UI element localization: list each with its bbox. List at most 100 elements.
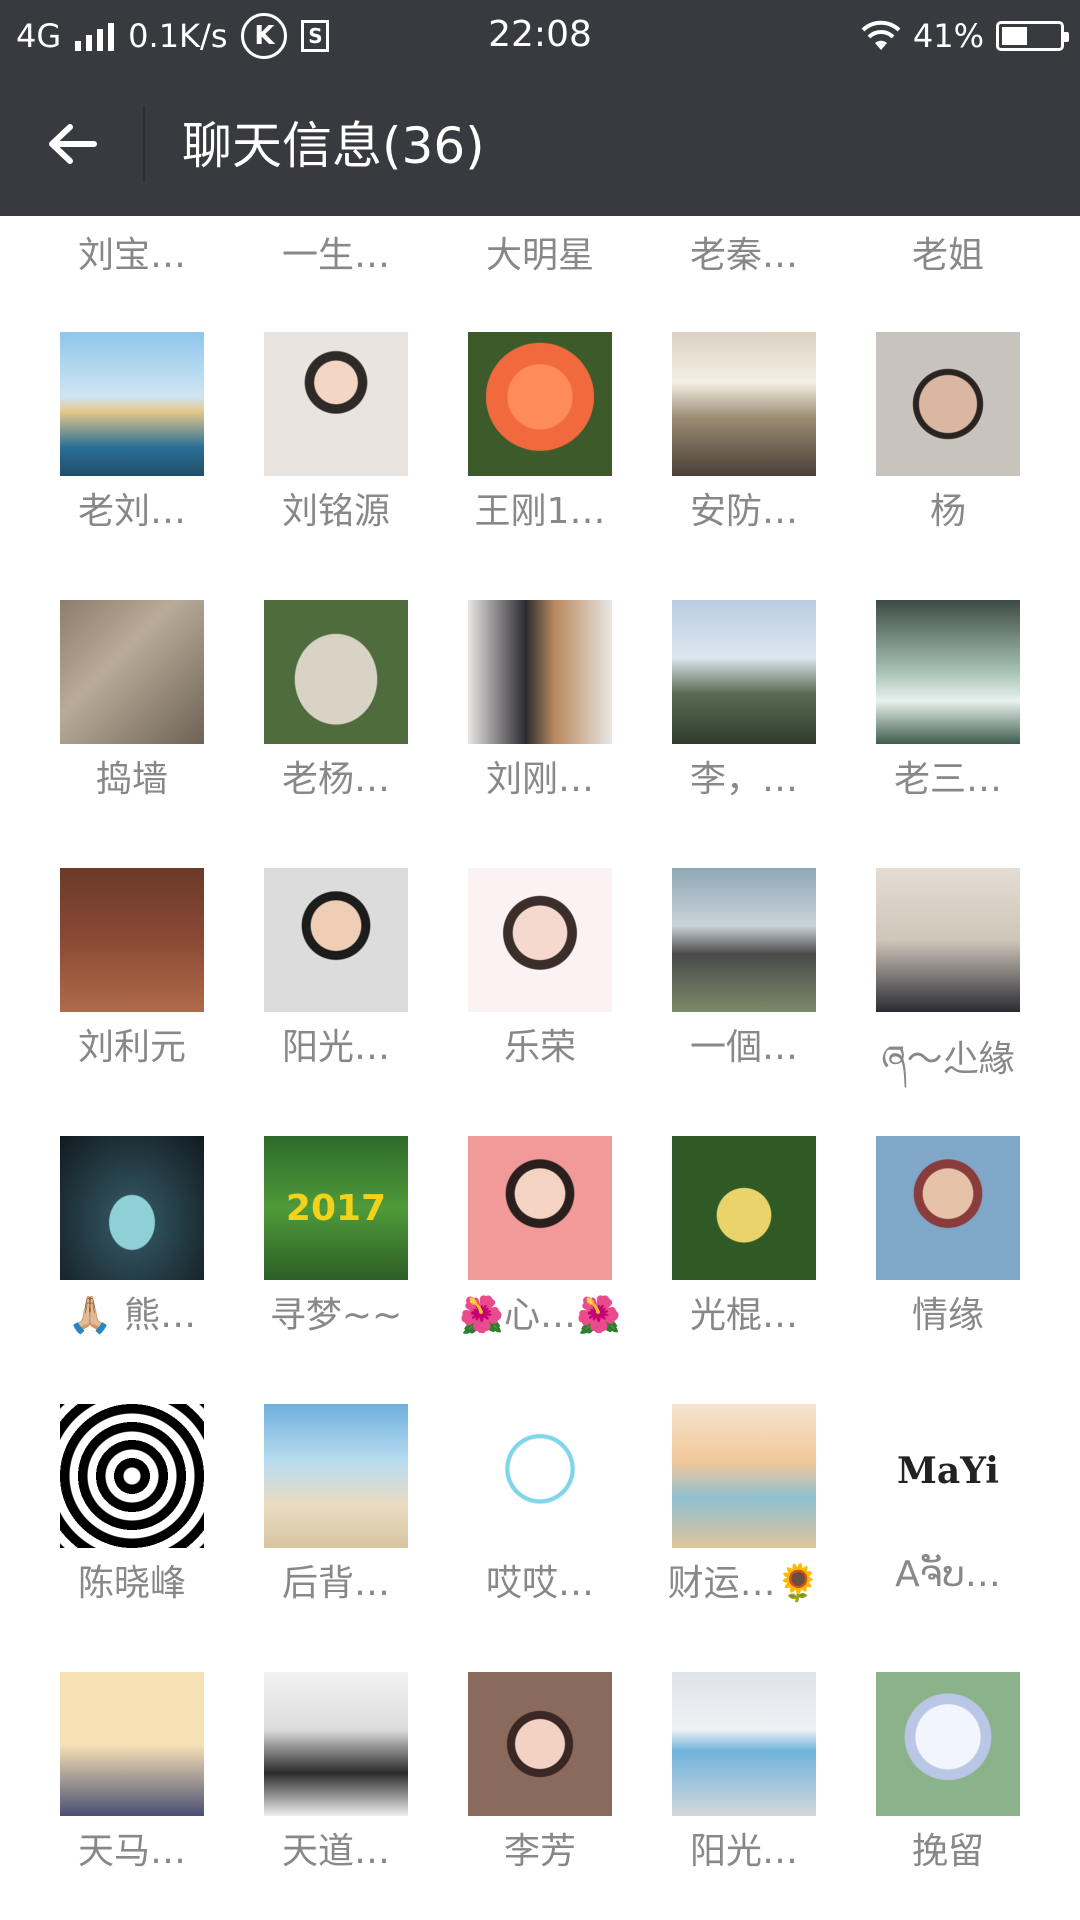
member-name: 老杨… — [281, 759, 390, 800]
member-avatar[interactable] — [264, 868, 408, 1012]
member-cell[interactable]: 李芳 — [426, 1672, 630, 1920]
back-button[interactable] — [30, 104, 114, 184]
member-cell[interactable]: 天马… — [18, 1672, 222, 1920]
member-name: 老姐 — [911, 235, 984, 276]
member-avatar[interactable] — [672, 1404, 816, 1548]
member-avatar[interactable] — [60, 1136, 204, 1280]
member-cell[interactable]: 哎哎… — [426, 1404, 630, 1672]
member-avatar[interactable] — [264, 1404, 408, 1548]
member-avatar[interactable] — [60, 1404, 204, 1548]
member-name: 一個… — [689, 1027, 798, 1068]
member-cell[interactable]: 财运…🌻 — [630, 1404, 834, 1672]
member-avatar[interactable] — [468, 1404, 612, 1548]
member-avatar[interactable] — [876, 1672, 1020, 1816]
arrow-left-icon — [49, 124, 97, 164]
member-name: 老三… — [893, 759, 1002, 800]
status-right: 41% — [861, 12, 1069, 60]
member-name: 陈晓峰 — [77, 1563, 186, 1604]
member-name: 财运…🌻 — [667, 1563, 821, 1604]
member-cell[interactable]: 天道… — [222, 1672, 426, 1920]
member-cell[interactable]: 老三… — [834, 600, 1038, 868]
member-name: 天道… — [281, 1831, 390, 1872]
member-grid: 刘宝… 一生… 大明星 老秦… 老姐 老刘… 刘铭源 王刚1… 安防… 杨捣墙 老杨… 刘刚… 李，… 老… — [0, 216, 1080, 1920]
member-avatar[interactable] — [468, 600, 612, 744]
member-avatar[interactable] — [672, 332, 816, 476]
member-cell[interactable]: 🌺心…🌺 — [426, 1136, 630, 1404]
member-cell[interactable]: 情缘 — [834, 1136, 1038, 1404]
member-cell[interactable]: 杨 — [834, 332, 1038, 600]
member-avatar[interactable] — [60, 332, 204, 476]
member-cell[interactable]: 老刘… — [18, 332, 222, 600]
member-name: 🙏🏼 熊… — [67, 1295, 197, 1336]
member-cell[interactable]: 阳光… — [222, 868, 426, 1136]
member-avatar[interactable] — [468, 1136, 612, 1280]
member-cell[interactable]: 后背… — [222, 1404, 426, 1672]
member-name: 李，… — [689, 759, 798, 800]
member-avatar[interactable] — [876, 332, 1020, 476]
battery-percent: 41% — [912, 17, 984, 55]
member-name: 杨 — [929, 491, 966, 532]
member-name: 乐荣 — [503, 1027, 576, 1068]
member-name: 老秦… — [689, 235, 798, 276]
member-name: 光棍… — [689, 1295, 798, 1336]
member-avatar[interactable] — [264, 332, 408, 476]
member-cell[interactable]: 刘刚… — [426, 600, 630, 868]
member-name: 刘铭源 — [281, 491, 390, 532]
member-cell[interactable]: 李，… — [630, 600, 834, 868]
member-cell[interactable]: 陈晓峰 — [18, 1404, 222, 1672]
member-avatar[interactable] — [264, 600, 408, 744]
member-name: 阳光… — [281, 1027, 390, 1068]
avatar-text: MaYi — [897, 1450, 999, 1492]
member-name: 阳光… — [689, 1831, 798, 1872]
member-avatar[interactable] — [672, 1136, 816, 1280]
member-avatar[interactable] — [876, 868, 1020, 1012]
member-avatar[interactable]: MaYi — [876, 1404, 1020, 1548]
member-name: 哎哎… — [485, 1563, 594, 1604]
member-avatar[interactable]: 2017 — [264, 1136, 408, 1280]
page-title: 聊天信息(36) — [182, 117, 485, 175]
member-name: 寻梦~~ — [269, 1295, 403, 1336]
member-cell[interactable]: 🙏🏼 熊… — [18, 1136, 222, 1404]
member-cell[interactable]: MaYi Aຈັບ… — [834, 1404, 1038, 1672]
member-avatar[interactable] — [60, 1672, 204, 1816]
member-name: 王刚1… — [474, 491, 606, 532]
member-avatar[interactable] — [60, 868, 204, 1012]
member-avatar[interactable] — [468, 332, 612, 476]
member-name: 天马… — [77, 1831, 186, 1872]
member-name: 挽留 — [911, 1831, 984, 1872]
member-avatar[interactable] — [876, 600, 1020, 744]
member-cell[interactable]: 一個… — [630, 868, 834, 1136]
member-name: 刘宝… — [77, 235, 186, 276]
member-name: 大明星 — [485, 235, 594, 276]
title-bar: 聊天信息(36) — [0, 72, 1080, 216]
member-cell[interactable]: 阳光… — [630, 1672, 834, 1920]
member-name: 捣墙 — [95, 759, 168, 800]
member-cell[interactable]: 刘铭源 — [222, 332, 426, 600]
member-avatar[interactable] — [468, 1672, 612, 1816]
member-name: 李芳 — [503, 1831, 576, 1872]
member-name: 老刘… — [77, 491, 186, 532]
member-cell[interactable]: 2017 寻梦~~ — [222, 1136, 426, 1404]
member-avatar[interactable] — [672, 868, 816, 1012]
member-avatar[interactable] — [672, 1672, 816, 1816]
member-name: 情缘 — [911, 1295, 984, 1336]
member-cell[interactable]: 光棍… — [630, 1136, 834, 1404]
member-avatar[interactable] — [468, 868, 612, 1012]
member-cell[interactable]: ཞ〜尐緣 — [834, 868, 1038, 1136]
battery-icon — [996, 21, 1069, 51]
member-cell[interactable]: 挽留 — [834, 1672, 1038, 1920]
member-avatar[interactable] — [876, 1136, 1020, 1280]
member-avatar[interactable] — [672, 600, 816, 744]
member-cell[interactable]: 王刚1… — [426, 332, 630, 600]
status-bar: 4G 0.1K/s K S 22:08 41% — [0, 0, 1080, 72]
member-avatar[interactable] — [60, 600, 204, 744]
member-avatar[interactable] — [264, 1672, 408, 1816]
member-name: 后背… — [281, 1563, 390, 1604]
member-cell[interactable]: 老杨… — [222, 600, 426, 868]
member-name: 刘刚… — [485, 759, 594, 800]
member-cell[interactable]: 乐荣 — [426, 868, 630, 1136]
member-name: Aຈັບ… — [895, 1554, 1001, 1595]
member-cell[interactable]: 刘利元 — [18, 868, 222, 1136]
member-cell[interactable]: 捣墙 — [18, 600, 222, 868]
member-cell[interactable]: 安防… — [630, 332, 834, 600]
